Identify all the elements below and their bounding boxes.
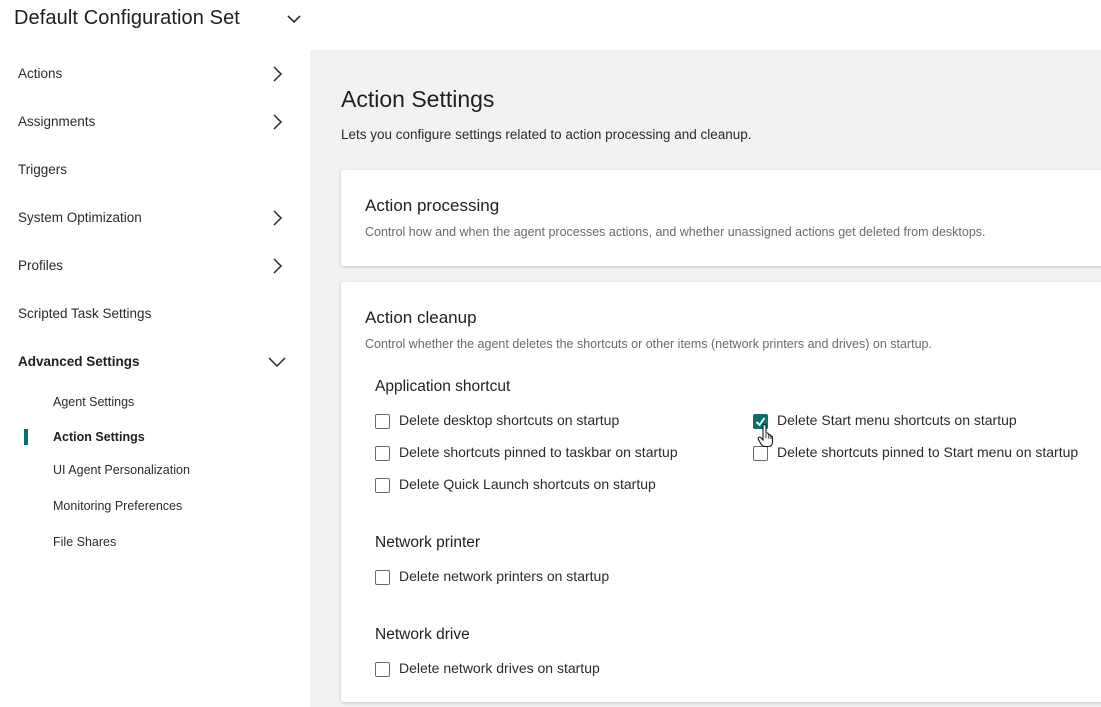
- sidebar-subitem-file-shares[interactable]: File Shares: [0, 530, 310, 556]
- action-cleanup-card: Action cleanup Control whether the agent…: [341, 282, 1101, 702]
- sidebar-item-label: Triggers: [18, 162, 68, 177]
- checkbox-box[interactable]: [753, 446, 768, 461]
- sidebar-item-triggers[interactable]: Triggers: [0, 154, 310, 186]
- card-title: Action processing: [365, 196, 500, 215]
- section-title-network-drive: Network drive: [375, 626, 470, 643]
- sidebar-item-profiles[interactable]: Profiles: [0, 250, 310, 282]
- active-indicator: [24, 429, 28, 445]
- card-description: Control whether the agent deletes the sh…: [365, 337, 932, 351]
- sidebar-item-assignments[interactable]: Assignments: [0, 106, 310, 138]
- chevron-down-icon: [268, 354, 286, 370]
- chevron-down-icon: [287, 15, 301, 24]
- sidebar-nav: Actions Assignments Triggers System Opti…: [0, 50, 310, 707]
- sidebar-subitem-ui-agent-personalization[interactable]: UI Agent Personalization: [0, 458, 310, 484]
- checkbox-label: Delete Start menu shortcuts on startup: [777, 412, 1017, 428]
- config-set-header: Default Configuration Set: [0, 0, 1101, 50]
- checkbox-label: Delete network printers on startup: [399, 568, 610, 584]
- config-set-dropdown-button[interactable]: [283, 10, 305, 28]
- checkbox-label: Delete shortcuts pinned to Start menu on…: [777, 444, 1079, 460]
- page-title: Action Settings: [341, 86, 495, 112]
- sidebar-item-label: Profiles: [18, 258, 64, 273]
- page-description: Lets you configure settings related to a…: [341, 127, 752, 142]
- section-title-network-printer: Network printer: [375, 534, 481, 551]
- card-description: Control how and when the agent processes…: [365, 225, 986, 239]
- sidebar-item-label: Advanced Settings: [18, 354, 140, 369]
- checkbox-label: Delete Quick Launch shortcuts on startup: [399, 476, 656, 492]
- section-title-application-shortcut: Application shortcut: [375, 378, 511, 395]
- sidebar-item-label: Actions: [18, 66, 63, 81]
- chevron-right-icon: [269, 210, 285, 226]
- sidebar-item-scripted-task-settings[interactable]: Scripted Task Settings: [0, 298, 310, 330]
- sidebar-subitem-monitoring-preferences[interactable]: Monitoring Preferences: [0, 494, 310, 520]
- checkbox-label: Delete network drives on startup: [399, 660, 600, 676]
- sidebar-item-label: System Optimization: [18, 210, 142, 225]
- checkbox-box[interactable]: [375, 414, 390, 429]
- sidebar-item-advanced-settings[interactable]: Advanced Settings: [0, 346, 310, 378]
- sidebar-subitem-agent-settings[interactable]: Agent Settings: [0, 390, 310, 416]
- config-set-title: Default Configuration Set: [14, 7, 240, 29]
- checkbox-box[interactable]: [375, 570, 390, 585]
- sidebar-subitem-label: File Shares: [53, 535, 117, 549]
- checkbox-label: Delete desktop shortcuts on startup: [399, 412, 620, 428]
- card-title: Action cleanup: [365, 308, 477, 327]
- chevron-right-icon: [269, 66, 285, 82]
- sidebar-subitem-label: Agent Settings: [53, 395, 135, 409]
- sidebar-subitem-label: Monitoring Preferences: [53, 499, 183, 513]
- chevron-right-icon: [269, 258, 285, 274]
- action-processing-card[interactable]: Action processing Control how and when t…: [341, 170, 1101, 266]
- chevron-right-icon: [269, 114, 285, 130]
- checkbox-box[interactable]: [375, 662, 390, 677]
- sidebar-subitem-action-settings[interactable]: Action Settings: [0, 425, 310, 451]
- sidebar-item-actions[interactable]: Actions: [0, 58, 310, 90]
- sidebar-subitem-label: UI Agent Personalization: [53, 463, 190, 477]
- sidebar-item-label: Scripted Task Settings: [18, 306, 152, 321]
- sidebar-item-label: Assignments: [18, 114, 96, 129]
- sidebar-subitem-label: Action Settings: [53, 430, 145, 444]
- sidebar-item-system-optimization[interactable]: System Optimization: [0, 202, 310, 234]
- main-content: Action Settings Lets you configure setti…: [310, 50, 1101, 707]
- checkbox-box[interactable]: [375, 446, 390, 461]
- hand-cursor-icon: [757, 424, 774, 448]
- checkbox-box[interactable]: [375, 478, 390, 493]
- checkbox-label: Delete shortcuts pinned to taskbar on st…: [399, 444, 678, 460]
